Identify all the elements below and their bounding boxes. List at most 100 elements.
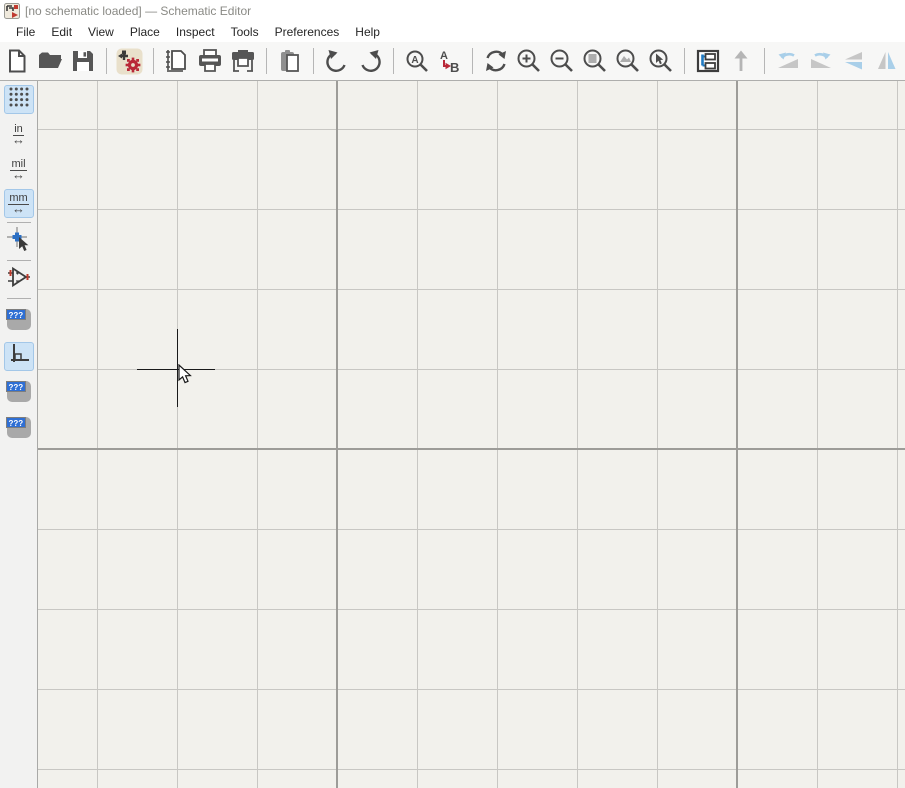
redo-button[interactable]	[355, 44, 385, 78]
schematic-setup-icon	[116, 48, 143, 75]
paste-clipboard-icon	[277, 48, 303, 74]
toolbar-separator	[472, 48, 473, 74]
hidden-pins-opamp-icon	[6, 264, 32, 295]
print-button[interactable]	[195, 44, 225, 78]
zoom-selection-icon	[648, 48, 674, 74]
menu-place[interactable]: Place	[122, 23, 168, 41]
toolbar-separator	[153, 48, 154, 74]
crosshair-horizontal-line	[137, 369, 215, 370]
find-icon: A	[404, 48, 430, 74]
zoom-out-button[interactable]	[547, 44, 577, 78]
rotate-cw-icon	[808, 48, 834, 74]
left-toolbar-separator	[7, 260, 31, 261]
toolbar-separator	[313, 48, 314, 74]
crosshair-cursor-button[interactable]	[4, 227, 34, 256]
rotate-cw-button[interactable]	[806, 44, 836, 78]
menu-help[interactable]: Help	[347, 23, 388, 41]
zoom-out-icon	[549, 48, 575, 74]
units-mils-button[interactable]: mil ↔	[4, 155, 34, 184]
toolbar-separator	[106, 48, 107, 74]
toolbar-separator	[764, 48, 765, 74]
menu-preferences[interactable]: Preferences	[267, 23, 348, 41]
unknown-tool-button-3[interactable]: ???	[4, 413, 34, 442]
undo-icon	[324, 48, 350, 74]
hierarchy-navigator-button[interactable]	[693, 44, 723, 78]
new-schematic-button[interactable]	[2, 44, 32, 78]
plotter-icon	[230, 48, 256, 74]
crosshair-cursor-icon	[6, 226, 32, 257]
missing-icon-placeholder: ???	[7, 417, 31, 438]
refresh-view-button[interactable]	[481, 44, 511, 78]
left-toolbar-separator	[7, 298, 31, 299]
rotate-ccw-button[interactable]	[773, 44, 803, 78]
missing-icon-placeholder: ???	[7, 309, 31, 330]
mirror-vertically-button[interactable]	[839, 44, 869, 78]
zoom-objects-icon	[615, 48, 641, 74]
zoom-in-button[interactable]	[514, 44, 544, 78]
find-button[interactable]: A	[402, 44, 432, 78]
leave-sheet-up-arrow-icon	[728, 48, 754, 74]
svg-text:A: A	[411, 55, 418, 66]
mirror-horizontally-button[interactable]	[872, 44, 902, 78]
missing-icon-placeholder: ???	[7, 381, 31, 402]
redo-icon	[357, 48, 383, 74]
show-hidden-pins-button[interactable]	[4, 265, 34, 294]
missing-icon-label: ???	[6, 417, 27, 428]
missing-icon-label: ???	[6, 309, 27, 320]
leave-sheet-button[interactable]	[726, 44, 756, 78]
grid-dots-icon	[7, 85, 31, 114]
zoom-to-selection-button[interactable]	[646, 44, 676, 78]
mouse-pointer-icon	[178, 364, 193, 390]
find-replace-icon: A B	[436, 48, 462, 74]
toggle-grid-button[interactable]	[4, 85, 34, 114]
window-title: [no schematic loaded] — Schematic Editor	[25, 4, 251, 18]
undo-button[interactable]	[322, 44, 352, 78]
page-settings-button[interactable]	[162, 44, 192, 78]
double-arrow-icon: ↔	[12, 170, 25, 180]
units-inches-button[interactable]: in ↔	[4, 120, 34, 149]
missing-icon-label: ???	[6, 381, 27, 392]
zoom-in-icon	[516, 48, 542, 74]
double-arrow-icon: ↔	[12, 204, 25, 214]
app-window-icon	[4, 3, 20, 19]
save-button[interactable]	[68, 44, 98, 78]
menu-inspect[interactable]: Inspect	[168, 23, 223, 41]
menu-edit[interactable]: Edit	[43, 23, 80, 41]
save-floppy-icon	[70, 48, 96, 74]
menu-tools[interactable]: Tools	[223, 23, 267, 41]
svg-text:B: B	[450, 60, 459, 74]
unknown-tool-button-2[interactable]: ???	[4, 377, 34, 406]
new-file-icon	[4, 48, 30, 74]
page-setup-icon	[164, 48, 190, 74]
left-toolbar-separator	[7, 222, 31, 223]
rotate-ccw-icon	[775, 48, 801, 74]
menu-view[interactable]: View	[80, 23, 122, 41]
unknown-tool-button-1[interactable]: ???	[4, 305, 34, 334]
zoom-to-fit-button[interactable]	[580, 44, 610, 78]
units-millimeters-button[interactable]: mm ↔	[4, 189, 34, 218]
mirror-vertical-icon	[841, 48, 867, 74]
open-folder-icon	[37, 48, 63, 74]
double-arrow-icon: ↔	[12, 135, 25, 145]
zoom-to-objects-button[interactable]	[613, 44, 643, 78]
zoom-fit-page-icon	[582, 48, 608, 74]
title-bar: [no schematic loaded] — Schematic Editor	[0, 0, 905, 22]
refresh-icon	[483, 48, 509, 74]
mirror-horizontal-icon	[874, 48, 900, 74]
menu-file[interactable]: File	[8, 23, 43, 41]
plot-button[interactable]	[228, 44, 258, 78]
main-toolbar: A A B	[0, 42, 905, 81]
left-options-toolbar: in ↔ mil ↔ mm ↔	[0, 81, 37, 788]
schematic-setup-button[interactable]	[115, 44, 145, 78]
menu-bar: File Edit View Place Inspect Tools Prefe…	[0, 22, 905, 42]
print-icon	[197, 48, 223, 74]
find-replace-button[interactable]: A B	[434, 44, 464, 78]
paste-button[interactable]	[275, 44, 305, 78]
schematic-canvas[interactable]	[37, 81, 905, 788]
right-angle-lines-icon	[6, 341, 32, 372]
hierarchy-navigator-icon	[695, 48, 721, 74]
toolbar-separator	[684, 48, 685, 74]
open-schematic-button[interactable]	[35, 44, 65, 78]
hv-line-mode-button[interactable]	[4, 342, 34, 371]
toolbar-separator	[393, 48, 394, 74]
